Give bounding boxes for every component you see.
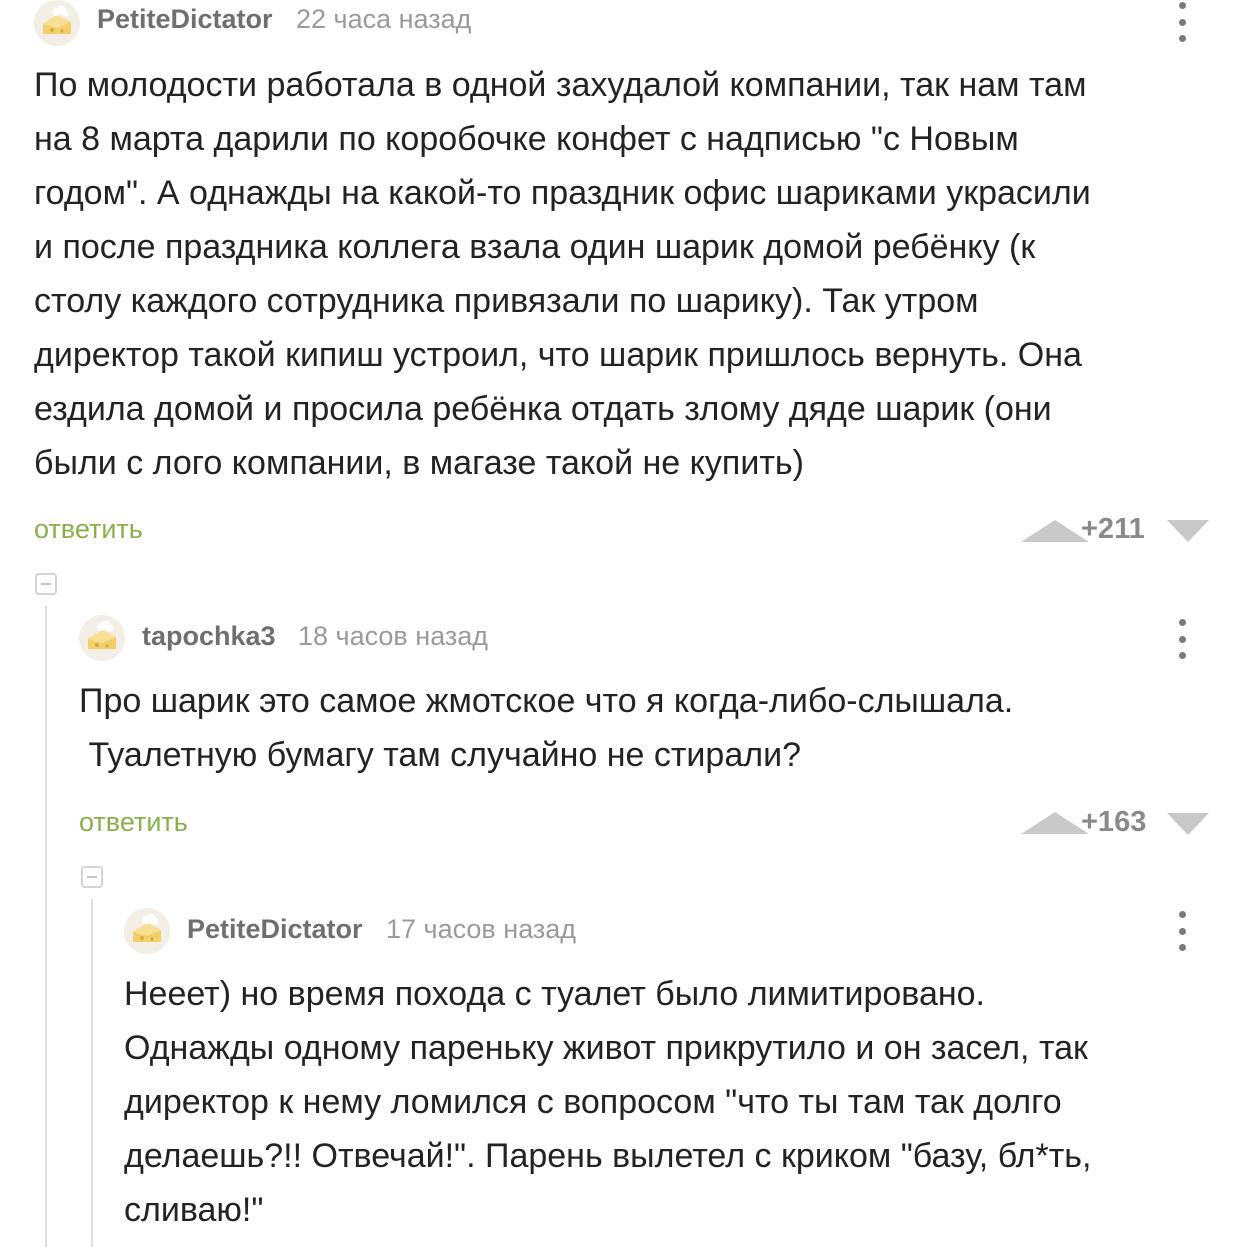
comment-time[interactable]: 22 часа назад (296, 4, 471, 35)
comment-text-line: были с лого компании, в магазе такой не … (34, 444, 804, 482)
comment-text-line: директор такой кипиш устроил, что шарик … (34, 336, 1082, 374)
reply-button[interactable]: ответить (79, 807, 188, 838)
cheese-avatar-icon (124, 908, 170, 954)
avatar[interactable] (79, 615, 125, 661)
cheese-avatar-icon (79, 615, 125, 661)
more-options-icon[interactable] (1172, 619, 1192, 659)
comment-text-line: По молодости работала в одной захудалой … (34, 66, 1087, 104)
reply-button[interactable]: ответить (34, 514, 143, 545)
comment-text-line: Однажды одному пареньку живот прикрутило… (124, 1029, 1088, 1067)
comment-text-line: и после праздника коллега взала один шар… (34, 228, 1036, 266)
comment-text-line: делаешь?!! Отвечай!". Парень вылетел с к… (124, 1137, 1092, 1175)
more-options-icon[interactable] (1172, 2, 1192, 42)
comment-text-line: на 8 марта дарили по коробочке конфет с … (34, 120, 1019, 158)
vote-up-icon[interactable] (1021, 520, 1089, 542)
vote-up-icon[interactable] (1021, 812, 1089, 834)
thread-line-level-1 (45, 606, 47, 1247)
vote-down-icon[interactable] (1167, 520, 1209, 542)
comment-text-line: столу каждого сотрудника привязали по ша… (34, 282, 979, 320)
comment-text-line: Нееет) но время похода с туалет было лим… (124, 975, 986, 1013)
comment-time[interactable]: 18 часов назад (298, 621, 488, 652)
comment-text-line: сливаю!" (124, 1191, 264, 1229)
comment-text-line: ездила домой и просила ребёнка отдать зл… (34, 390, 1052, 428)
comment-rating: +211 (1081, 513, 1145, 545)
comment-time[interactable]: 17 часов назад (386, 914, 576, 945)
comment-text-line: Туалетную бумагу там случайно не стирали… (79, 736, 801, 774)
avatar[interactable] (124, 908, 170, 954)
thread-line-level-2 (91, 899, 93, 1247)
vote-down-icon[interactable] (1167, 813, 1209, 835)
avatar[interactable] (34, 0, 80, 46)
comment-text-line: годом". А однажды на какой-то праздник о… (34, 174, 1091, 212)
comment-author[interactable]: PetiteDictator (187, 914, 363, 945)
comment-text-line: директор к нему ломился с вопросом "что … (124, 1083, 1062, 1121)
comment-text-line: Про шарик это самое жмотское что я когда… (79, 682, 1014, 720)
comment-author[interactable]: PetiteDictator (97, 4, 273, 35)
comment-rating: +163 (1081, 806, 1147, 838)
comment-text: Про шарик это самое жмотское что я когда… (79, 674, 1013, 782)
cheese-avatar-icon (34, 0, 80, 46)
more-options-icon[interactable] (1172, 911, 1192, 951)
comment-text: Нееет) но время похода с туалет было лим… (124, 967, 1091, 1237)
collapse-thread-button[interactable] (81, 866, 103, 888)
collapse-thread-button[interactable] (35, 573, 57, 595)
comment-text: По молодости работала в одной захудалой … (34, 58, 1091, 490)
comment-author[interactable]: tapochka3 (142, 621, 276, 652)
